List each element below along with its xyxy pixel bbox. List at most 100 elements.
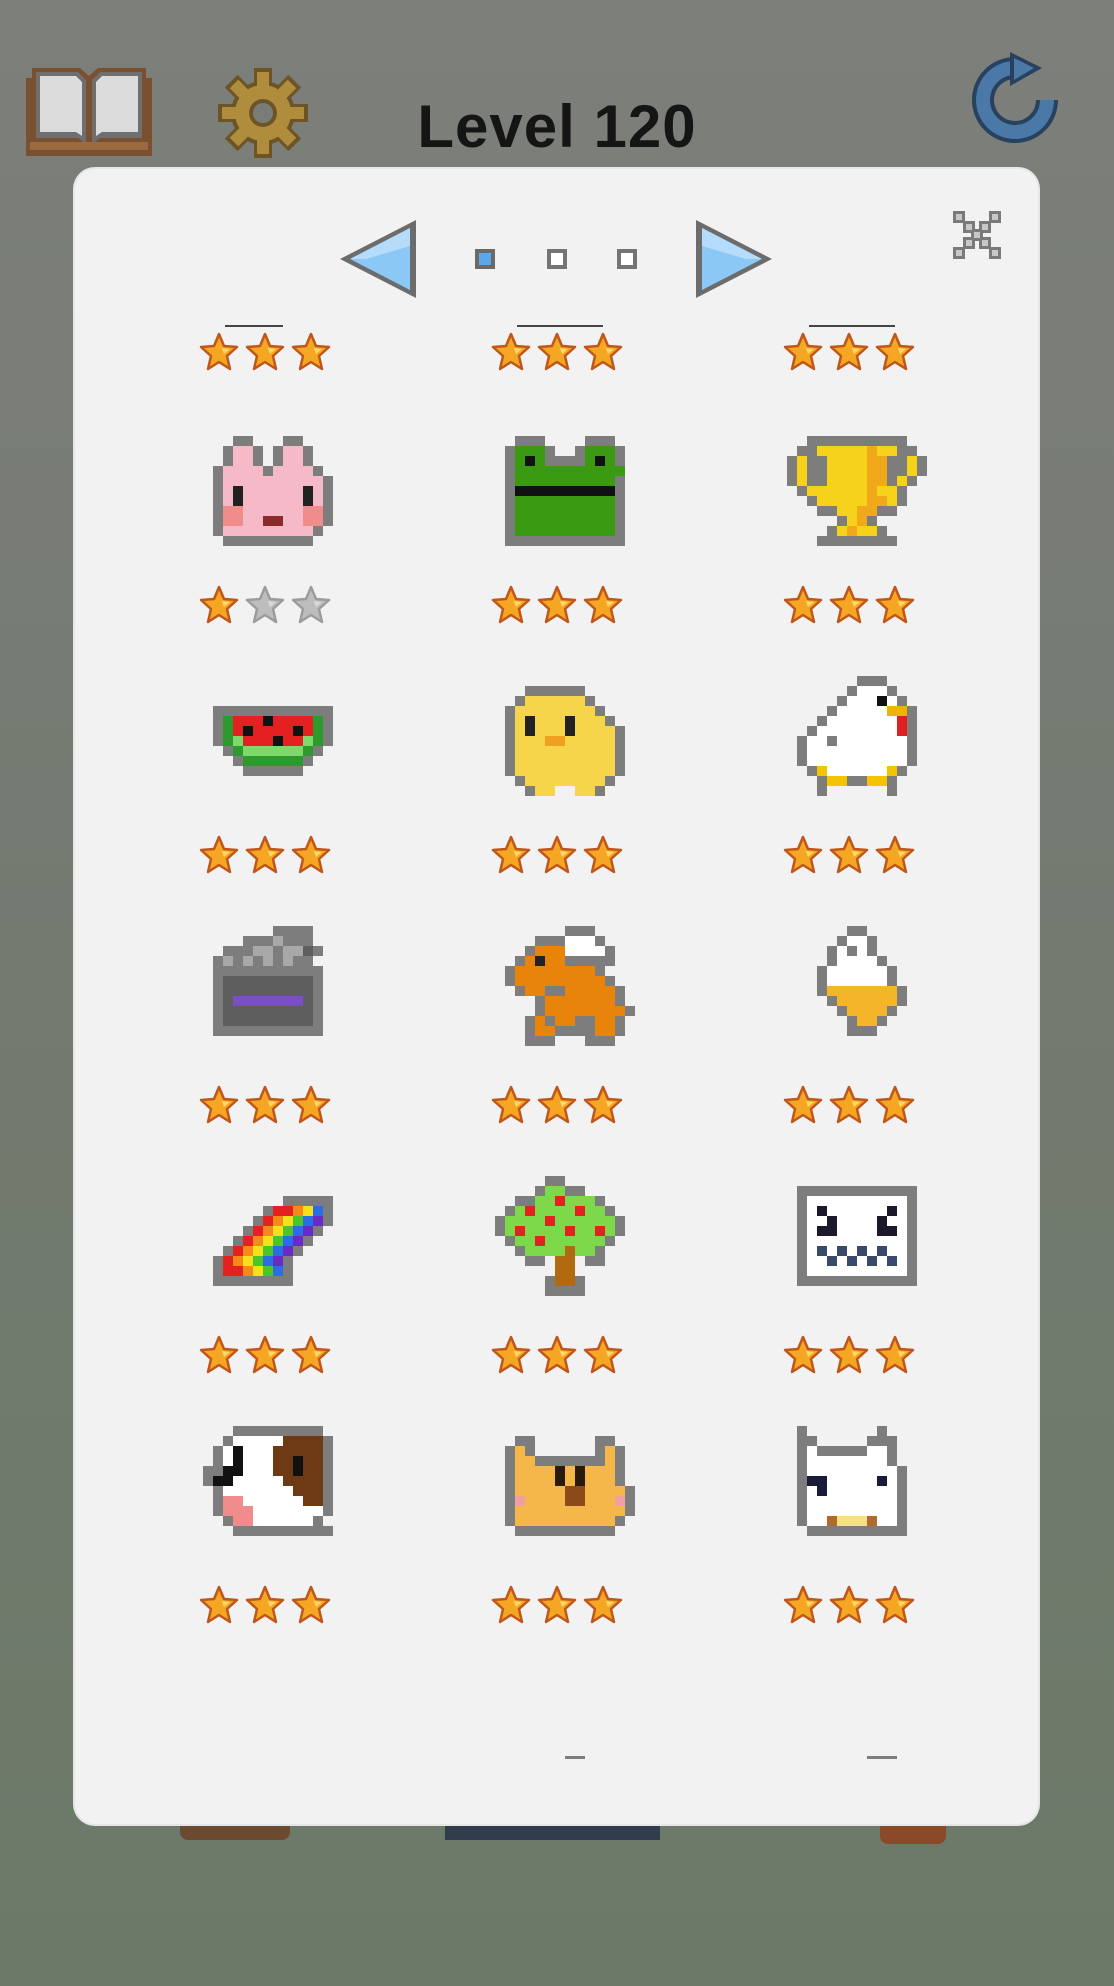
star-filled-icon — [829, 1085, 869, 1124]
star-filled-icon — [245, 1585, 285, 1624]
star-filled-icon — [537, 1585, 577, 1624]
level-tile-dog[interactable] — [185, 1426, 345, 1636]
level-tile-graduation-cap[interactable] — [769, 1676, 929, 1759]
tile-underline — [517, 325, 603, 327]
star-filled-icon — [829, 1585, 869, 1624]
chick-icon — [505, 686, 625, 796]
star-filled-icon — [291, 835, 331, 874]
star-rating — [185, 584, 345, 628]
star-filled-icon — [875, 1335, 915, 1374]
star-filled-icon — [583, 1085, 623, 1124]
star-filled-icon — [199, 332, 239, 371]
star-filled-icon — [199, 1335, 239, 1374]
graduation-cap-icon — [867, 1756, 897, 1759]
level-tile-penguin[interactable] — [185, 1676, 345, 1759]
background-button-center — [445, 1822, 660, 1840]
star-filled-icon — [583, 1585, 623, 1624]
star-rating — [477, 1334, 637, 1378]
star-filled-icon — [875, 1085, 915, 1124]
star-filled-icon — [491, 332, 531, 371]
dog-icon — [203, 1426, 333, 1536]
star-filled-icon — [583, 1335, 623, 1374]
star-filled-icon — [537, 332, 577, 371]
level-tile-partial-top-2[interactable] — [477, 169, 637, 379]
star-rating — [769, 584, 929, 628]
level-tile-rabbit[interactable] — [477, 926, 637, 1136]
star-filled-icon — [583, 835, 623, 874]
level-tile-pizza[interactable] — [477, 1676, 637, 1759]
star-filled-icon — [491, 585, 531, 624]
star-filled-icon — [491, 1335, 531, 1374]
gear-icon[interactable] — [216, 66, 310, 160]
trophy-icon — [787, 436, 927, 546]
level-tile-apple-tree[interactable] — [477, 1176, 637, 1386]
level-tile-watermelon[interactable] — [185, 676, 345, 886]
bunny-icon — [213, 436, 333, 546]
star-filled-icon — [537, 1335, 577, 1374]
star-filled-icon — [491, 1585, 531, 1624]
star-rating — [769, 834, 929, 878]
level-tile-chick[interactable] — [477, 676, 637, 886]
star-rating — [769, 331, 929, 375]
star-filled-icon — [783, 585, 823, 624]
clapperboard-icon — [213, 926, 323, 1036]
level-tile-trophy[interactable] — [769, 426, 929, 636]
level-tile-partial-top-1[interactable] — [185, 169, 345, 379]
star-filled-icon — [829, 835, 869, 874]
level-select-panel — [75, 169, 1038, 1824]
star-filled-icon — [199, 1585, 239, 1624]
level-tile-chicken[interactable] — [769, 676, 929, 886]
star-filled-icon — [245, 1335, 285, 1374]
star-rating — [477, 1084, 637, 1128]
star-filled-icon — [783, 835, 823, 874]
star-filled-icon — [829, 1335, 869, 1374]
star-rating — [185, 834, 345, 878]
star-rating — [185, 331, 345, 375]
star-filled-icon — [199, 1085, 239, 1124]
star-empty-icon — [291, 585, 331, 624]
star-filled-icon — [491, 835, 531, 874]
star-filled-icon — [291, 1585, 331, 1624]
star-empty-icon — [245, 585, 285, 624]
star-rating — [477, 331, 637, 375]
level-tile-frog[interactable] — [477, 426, 637, 636]
frog-icon — [505, 436, 625, 546]
star-filled-icon — [245, 332, 285, 371]
star-filled-icon — [245, 835, 285, 874]
star-rating — [769, 1584, 929, 1628]
star-filled-icon — [537, 1085, 577, 1124]
cat-icon — [797, 1426, 907, 1536]
level-tile-cat[interactable] — [769, 1426, 929, 1636]
ice-cream-icon — [817, 926, 907, 1036]
star-filled-icon — [783, 332, 823, 371]
pizza-icon — [565, 1756, 585, 1759]
level-grid — [75, 169, 1038, 1759]
angry-face-icon — [797, 1186, 917, 1286]
star-rating — [477, 1584, 637, 1628]
level-tile-clapperboard[interactable] — [185, 926, 345, 1136]
level-tile-hamster[interactable] — [477, 1426, 637, 1636]
refresh-icon[interactable] — [970, 50, 1060, 146]
star-filled-icon — [783, 1585, 823, 1624]
rainbow-icon — [213, 1196, 333, 1286]
book-icon[interactable] — [22, 64, 156, 160]
level-tile-rainbow[interactable] — [185, 1176, 345, 1386]
level-tile-partial-top-3[interactable] — [769, 169, 929, 379]
star-filled-icon — [829, 585, 869, 624]
star-rating — [185, 1084, 345, 1128]
star-filled-icon — [537, 585, 577, 624]
star-filled-icon — [583, 585, 623, 624]
star-filled-icon — [875, 835, 915, 874]
star-filled-icon — [829, 332, 869, 371]
level-tile-ice-cream[interactable] — [769, 926, 929, 1136]
star-filled-icon — [875, 585, 915, 624]
penguin-icon — [203, 1676, 343, 1759]
star-rating — [477, 584, 637, 628]
level-tile-bunny[interactable] — [185, 426, 345, 636]
tile-underline — [809, 325, 895, 327]
chicken-icon — [797, 676, 917, 796]
tile-underline — [225, 325, 283, 327]
star-rating — [185, 1584, 345, 1628]
hamster-icon — [505, 1436, 635, 1536]
level-tile-angry-face[interactable] — [769, 1176, 929, 1386]
